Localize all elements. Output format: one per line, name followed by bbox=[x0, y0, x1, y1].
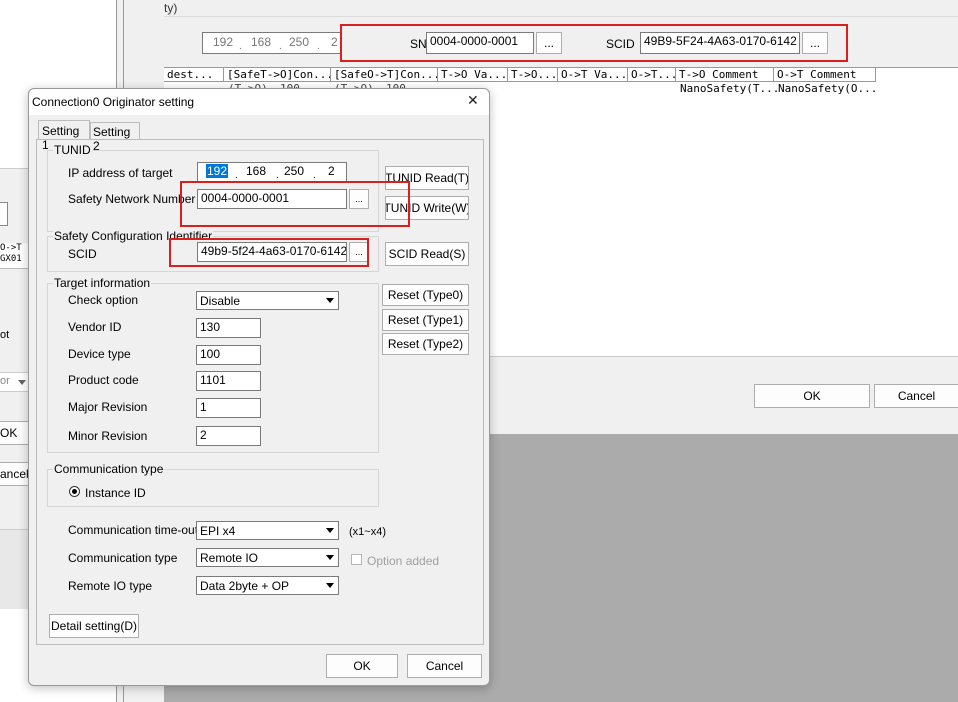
top-fragment-text: ty) bbox=[164, 1, 178, 15]
snn-highlight-box bbox=[180, 181, 410, 227]
ip-dot-1: . bbox=[235, 170, 238, 181]
tab-setting-1[interactable]: Setting 1 bbox=[38, 120, 90, 152]
snn-label: Safety Network Number bbox=[68, 192, 196, 206]
bg-col-header-7[interactable]: O->T... bbox=[628, 68, 676, 81]
close-icon[interactable]: ✕ bbox=[467, 92, 479, 109]
bg-col-header-6[interactable]: O->T Va... bbox=[558, 68, 628, 81]
reset-type0-button[interactable]: Reset (Type0) bbox=[382, 284, 469, 306]
radio-dot-icon bbox=[72, 489, 77, 494]
remote-io-type-select[interactable]: Data 2byte + OP bbox=[196, 576, 339, 595]
bg-cell-5: NanoSafety(T... bbox=[680, 82, 780, 95]
comm-timeout-value: EPI x4 bbox=[200, 524, 236, 538]
target-info-group-title: Target information bbox=[53, 276, 152, 290]
left-bottom-panel bbox=[0, 529, 30, 609]
comm-type-label: Communication type bbox=[68, 551, 178, 565]
left-header-fragment: O->T GX01 bbox=[0, 243, 30, 269]
scid-highlight-box bbox=[169, 238, 369, 267]
vendor-id-label: Vendor ID bbox=[68, 320, 122, 334]
chevron-down-icon bbox=[326, 298, 334, 303]
major-revision-label: Major Revision bbox=[68, 400, 148, 414]
bg-ip-field[interactable]: 192 . 168 . 250 . 2 bbox=[202, 32, 342, 54]
reset-type1-button[interactable]: Reset (Type1) bbox=[382, 309, 469, 331]
detail-setting-button[interactable]: Detail setting(D) bbox=[49, 614, 139, 638]
dialog-ok-button[interactable]: OK bbox=[326, 654, 398, 678]
left-ok-button-fragment[interactable]: OK bbox=[0, 421, 30, 445]
ip-address-label: IP address of target bbox=[68, 166, 173, 180]
bg-col-header-8[interactable]: T->O Comment bbox=[676, 68, 774, 81]
bg-col-header-1[interactable]: dest... bbox=[164, 68, 224, 81]
option-added-label: Option added bbox=[367, 554, 440, 568]
tab-setting-2[interactable]: Setting 2 bbox=[90, 122, 140, 153]
bg-ip-octet-4: 2 bbox=[331, 35, 338, 49]
dialog-title: Connection0 Originator setting bbox=[32, 95, 195, 109]
option-added-checkbox[interactable] bbox=[351, 554, 362, 565]
bg-ip-octet-2: 168 bbox=[251, 35, 272, 49]
ip-dot-2: . bbox=[276, 170, 279, 181]
chevron-down-icon bbox=[326, 583, 334, 588]
scid-label: SCID bbox=[68, 247, 97, 261]
check-option-select[interactable]: Disable bbox=[196, 291, 339, 310]
device-type-field[interactable]: 100 bbox=[196, 345, 261, 365]
ip-octet-3[interactable]: 250 bbox=[284, 164, 304, 178]
reset-type2-button[interactable]: Reset (Type2) bbox=[382, 333, 469, 355]
left-combo-arrow-icon bbox=[18, 380, 26, 385]
left-header-text-2: GX01 bbox=[0, 254, 22, 264]
ip-octet-4[interactable]: 2 bbox=[328, 164, 335, 178]
bg-ip-dot-2: . bbox=[279, 41, 282, 52]
comm-timeout-label: Communication time-out bbox=[68, 523, 199, 537]
remote-io-type-label: Remote IO type bbox=[68, 579, 153, 593]
instance-id-radio[interactable] bbox=[69, 486, 80, 497]
left-text-ot: ot bbox=[0, 329, 10, 341]
bg-ip-dot-1: . bbox=[239, 41, 242, 52]
left-field-fragment bbox=[0, 202, 8, 226]
bg-ip-octet-1: 192 bbox=[213, 35, 234, 49]
bg-col-header-4[interactable]: T->O Va... bbox=[438, 68, 508, 81]
product-code-label: Product code bbox=[68, 373, 139, 387]
bg-ok-button[interactable]: OK bbox=[754, 384, 870, 408]
left-cancel-text: ancel bbox=[0, 467, 29, 481]
bg-ip-dot-3: . bbox=[317, 41, 320, 52]
ip-address-field[interactable]: 192 . 168 . 250 . 2 bbox=[197, 162, 347, 182]
left-cancel-button-fragment[interactable]: ancel bbox=[0, 462, 30, 486]
ip-dot-3: . bbox=[313, 170, 316, 181]
top-strip-divider bbox=[164, 16, 958, 17]
ip-octet-2[interactable]: 168 bbox=[246, 164, 266, 178]
dialog-titlebar: Connection0 Originator setting ✕ bbox=[29, 89, 489, 115]
bg-col-header-2[interactable]: [SafeT->O]Con... bbox=[224, 68, 331, 81]
vendor-id-field[interactable]: 130 bbox=[196, 318, 261, 338]
left-combo-fragment[interactable]: or bbox=[0, 372, 30, 392]
originator-setting-dialog: Connection0 Originator setting ✕ Setting… bbox=[28, 88, 490, 686]
left-header-text-1: O->T bbox=[0, 243, 22, 253]
bg-cell-6: NanoSafety(O... bbox=[778, 82, 878, 95]
dialog-cancel-button[interactable]: Cancel bbox=[407, 654, 482, 678]
minor-revision-label: Minor Revision bbox=[68, 429, 148, 443]
bg-highlight-box bbox=[340, 24, 848, 62]
bg-col-header-9[interactable]: O->T Comment bbox=[774, 68, 876, 81]
comm-type-select[interactable]: Remote IO bbox=[196, 548, 339, 567]
bg-col-header-3[interactable]: [SafeO->T]Con... bbox=[331, 68, 438, 81]
major-revision-field[interactable]: 1 bbox=[196, 398, 261, 418]
left-combo-text: or bbox=[0, 375, 10, 387]
tunid-group-title: TUNID bbox=[53, 143, 92, 157]
remote-io-type-value: Data 2byte + OP bbox=[200, 579, 290, 593]
bg-cancel-button[interactable]: Cancel bbox=[874, 384, 958, 408]
instance-id-label: Instance ID bbox=[85, 486, 146, 500]
comm-type-group-title: Communication type bbox=[53, 462, 165, 476]
comm-timeout-select[interactable]: EPI x4 bbox=[196, 521, 339, 540]
check-option-label: Check option bbox=[68, 293, 139, 307]
product-code-field[interactable]: 1101 bbox=[196, 371, 261, 391]
bg-col-header-5[interactable]: T->O... bbox=[508, 68, 558, 81]
comm-timeout-hint: (x1~x4) bbox=[349, 526, 386, 538]
ip-octet-1[interactable]: 192 bbox=[206, 164, 229, 178]
left-ok-text: OK bbox=[0, 426, 18, 440]
chevron-down-icon bbox=[326, 555, 334, 560]
left-background-window: O->T GX01 ot or OK ancel bbox=[0, 168, 30, 609]
scid-read-button[interactable]: SCID Read(S) bbox=[385, 242, 469, 266]
check-option-value: Disable bbox=[200, 294, 241, 308]
minor-revision-field[interactable]: 2 bbox=[196, 426, 261, 446]
bg-ip-octet-3: 250 bbox=[289, 35, 310, 49]
device-type-label: Device type bbox=[68, 347, 131, 361]
comm-type-value: Remote IO bbox=[200, 551, 259, 565]
chevron-down-icon bbox=[326, 528, 334, 533]
